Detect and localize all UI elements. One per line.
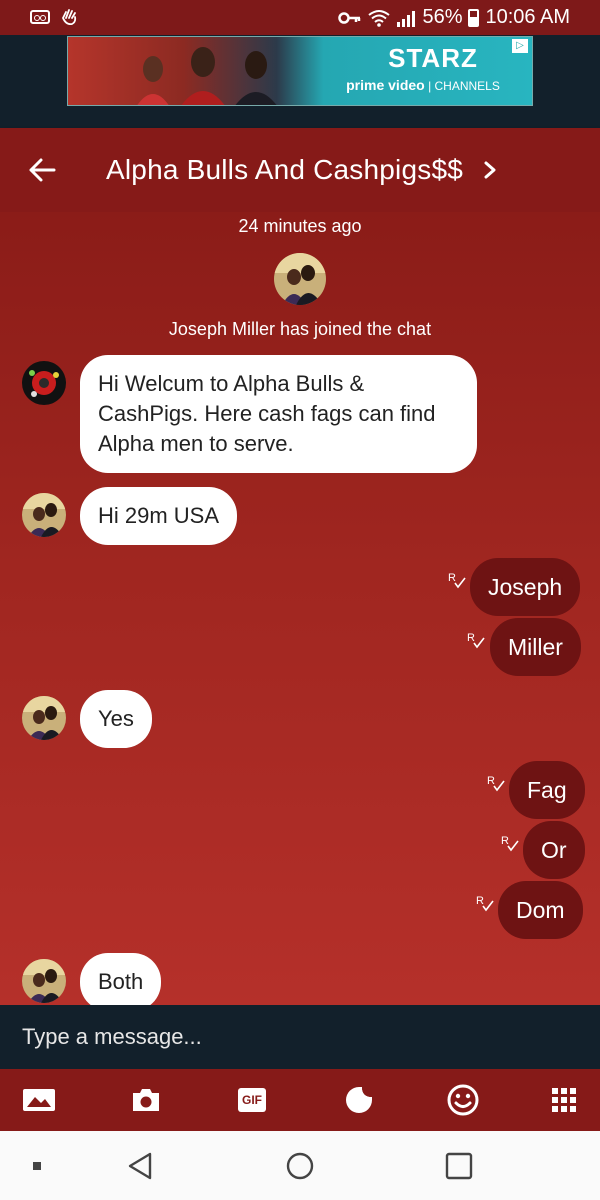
- svg-text:R: R: [501, 835, 509, 847]
- battery-icon: [468, 8, 480, 27]
- message-input[interactable]: [0, 1005, 600, 1069]
- outgoing-message[interactable]: Dom: [498, 881, 583, 939]
- outgoing-message[interactable]: Fag: [509, 761, 585, 819]
- join-notice: Joseph Miller has joined the chat: [168, 319, 432, 339]
- grid-icon[interactable]: [547, 1085, 581, 1115]
- key-icon: [338, 11, 361, 24]
- read-receipt-icon: R: [475, 893, 495, 913]
- system-navigation-bar: [0, 1131, 600, 1200]
- ad-area: STARZ prime video | CHANNELS ▷: [0, 35, 600, 128]
- chevron-right-icon[interactable]: [480, 158, 500, 182]
- message-list[interactable]: 24 minutes ago Joseph Miller has joined …: [0, 212, 600, 1005]
- voicemail-icon: [30, 10, 50, 24]
- svg-text:R: R: [467, 632, 475, 644]
- signal-icon: [397, 10, 416, 27]
- ad-people-image: [137, 47, 277, 105]
- outgoing-message[interactable]: Miller: [490, 618, 581, 676]
- user-avatar[interactable]: [22, 696, 66, 740]
- user-avatar[interactable]: [22, 493, 66, 537]
- chat-title[interactable]: Alpha Bulls And Cashpigs$$: [106, 154, 463, 186]
- back-arrow-icon[interactable]: [24, 152, 60, 188]
- ad-banner[interactable]: STARZ prime video | CHANNELS ▷: [67, 36, 533, 106]
- read-receipt-icon: R: [500, 833, 520, 853]
- gif-icon[interactable]: GIF: [235, 1085, 269, 1115]
- camera-icon[interactable]: [129, 1085, 163, 1115]
- chat-header: Alpha Bulls And Cashpigs$$: [0, 128, 600, 212]
- read-receipt-icon: R: [466, 630, 486, 650]
- status-bar: 56% 10:06 AM: [0, 0, 600, 35]
- svg-text:R: R: [476, 895, 484, 907]
- bot-avatar[interactable]: [22, 361, 66, 405]
- svg-text:R: R: [487, 775, 495, 787]
- joined-user-avatar: [274, 253, 326, 305]
- ad-choices-icon[interactable]: ▷: [512, 39, 528, 53]
- user-avatar[interactable]: [22, 959, 66, 1003]
- incoming-message[interactable]: Yes: [80, 690, 152, 748]
- recents-icon[interactable]: [442, 1149, 476, 1183]
- read-receipt-icon: R: [486, 773, 506, 793]
- clock: 10:06 AM: [485, 6, 570, 28]
- back-icon[interactable]: [124, 1149, 158, 1183]
- attachment-toolbar: GIF: [0, 1069, 600, 1131]
- hand-icon: [60, 8, 78, 26]
- read-receipt-icon: R: [447, 570, 467, 590]
- incoming-message[interactable]: Hi 29m USA: [80, 487, 238, 545]
- incoming-message[interactable]: Both: [80, 953, 162, 1005]
- incoming-message[interactable]: Hi Welcum to Alpha Bulls & CashPigs. Her…: [80, 355, 477, 473]
- wifi-icon: [368, 9, 391, 27]
- image-icon[interactable]: [22, 1085, 56, 1115]
- nav-dot-icon[interactable]: [20, 1149, 54, 1183]
- emoji-icon[interactable]: [446, 1084, 480, 1116]
- ad-brand: STARZ: [388, 43, 478, 73]
- sticker-icon[interactable]: [342, 1085, 376, 1115]
- home-icon[interactable]: [283, 1149, 317, 1183]
- outgoing-message[interactable]: Joseph: [470, 558, 581, 616]
- outgoing-message[interactable]: Or: [523, 821, 585, 879]
- chat-timestamp: 24 minutes ago: [238, 216, 362, 236]
- ad-subtitle: prime video | CHANNELS: [346, 77, 500, 93]
- svg-text:R: R: [448, 572, 456, 584]
- composer: [0, 1005, 600, 1069]
- battery-percent: 56%: [422, 6, 463, 28]
